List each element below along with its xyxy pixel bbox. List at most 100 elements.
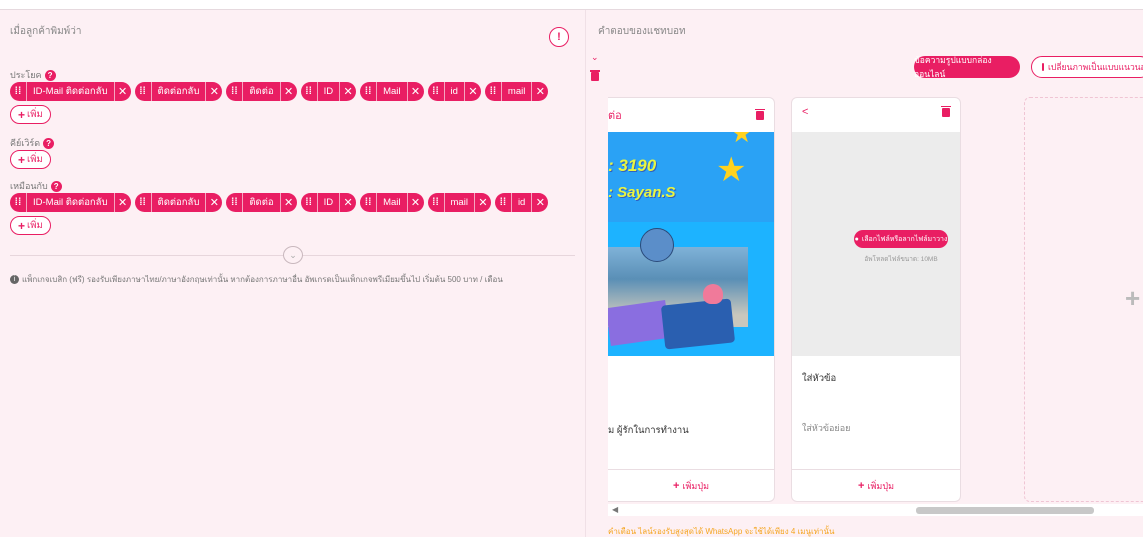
remove-icon[interactable]: ✕ — [475, 193, 491, 212]
card-body-text[interactable]: ม ผู้รักในการทำงาน — [608, 423, 689, 438]
info-icon[interactable]: ! — [549, 27, 569, 47]
remove-icon[interactable]: ✕ — [281, 193, 297, 212]
tag-chip[interactable]: ⁞⁞ ID-Mail ติดต่อกลับ ✕ — [10, 193, 131, 212]
image-text-name: : Sayan.S — [608, 184, 676, 201]
tag-chip[interactable]: ⁞⁞ ID ✕ — [300, 193, 357, 212]
add-tag-label: เพิ่ม — [27, 220, 43, 231]
scrollbar-thumb[interactable] — [916, 507, 1094, 514]
add-tag-button[interactable]: + เพิ่ม — [10, 105, 51, 124]
remove-icon[interactable]: ✕ — [115, 193, 131, 212]
keyword-label-text: คีย์เวิร์ด — [10, 138, 41, 148]
tag-chip[interactable]: ⁞⁞ Mail ✕ — [360, 193, 424, 212]
remove-icon[interactable]: ✕ — [281, 82, 297, 101]
box-message-button[interactable]: ข้อความรูปแบบกล่องออนไลน์ — [914, 55, 1020, 79]
remove-icon[interactable]: ✕ — [408, 193, 424, 212]
plus-icon: + — [18, 218, 26, 233]
add-tag-label: เพิ่ม — [27, 109, 43, 120]
tag-chip[interactable]: ⁞⁞ id ✕ — [427, 82, 481, 101]
exact-label: เหมือนกับ ? — [10, 179, 62, 193]
help-icon[interactable]: ? — [44, 69, 56, 81]
card-header: < — [802, 105, 951, 118]
remove-icon[interactable]: ✕ — [532, 193, 548, 212]
tag-chip-label: id — [510, 193, 533, 212]
drag-handle-icon[interactable]: ⁞⁞ — [301, 82, 317, 101]
keyword-chips: + เพิ่ม — [10, 150, 550, 169]
tag-chip[interactable]: ⁞⁞ ติดต่อ ✕ — [226, 193, 297, 212]
card-subtitle-input[interactable]: ใส่หัวข้อย่อย — [802, 421, 850, 435]
card-title-input[interactable]: ใส่หัวข้อ — [802, 371, 836, 386]
plus-icon[interactable]: + — [1125, 283, 1140, 314]
drag-handle-icon[interactable]: ⁞⁞ — [135, 82, 151, 101]
drag-handle-icon[interactable]: ⁞⁞ — [135, 193, 151, 212]
tag-chip-label: ID-Mail ติดต่อกลับ — [26, 82, 115, 101]
tag-chip[interactable]: ⁞⁞ mail ✕ — [427, 193, 491, 212]
tag-chip[interactable]: ⁞⁞ Mail ✕ — [360, 82, 424, 101]
tag-chip-label: mail — [443, 193, 475, 212]
drag-handle-icon[interactable]: ⁞⁞ — [428, 193, 444, 212]
tag-chip[interactable]: ⁞⁞ ID ✕ — [300, 82, 357, 101]
remove-icon[interactable]: ✕ — [340, 193, 356, 212]
tag-chip[interactable]: ⁞⁞ id ✕ — [494, 193, 549, 212]
package-note: i แพ็กเกจเบสิก (ฟรี) รองรับเพียงภาษาไทย/… — [10, 273, 503, 286]
trash-icon[interactable] — [755, 108, 765, 120]
drag-handle-icon[interactable]: ⁞⁞ — [360, 82, 376, 101]
remove-icon[interactable]: ✕ — [408, 82, 424, 101]
keyword-label: คีย์เวิร์ด ? — [10, 136, 55, 150]
add-button[interactable]: + เพิ่มปุ่ม — [792, 469, 960, 501]
add-button[interactable]: + เพิ่มปุ่ม — [608, 469, 774, 501]
remove-icon[interactable]: ✕ — [465, 82, 481, 101]
chevron-down-icon[interactable]: ⌄ — [591, 52, 599, 63]
star-icon: ★ — [716, 151, 747, 189]
drag-handle-icon[interactable]: ⁞⁞ — [428, 82, 444, 101]
drag-handle-icon[interactable]: ⁞⁞ — [10, 193, 26, 212]
tag-chip-label: Mail — [376, 82, 408, 101]
trash-icon[interactable] — [941, 105, 951, 117]
drag-handle-icon[interactable]: ⁞⁞ — [485, 82, 501, 101]
remove-icon[interactable]: ✕ — [206, 82, 222, 101]
help-icon[interactable]: ? — [50, 180, 62, 192]
drag-handle-icon[interactable]: ⁞⁞ — [10, 82, 26, 101]
tag-chip[interactable]: ⁞⁞ ติดต่อ ✕ — [226, 82, 297, 101]
remove-icon[interactable]: ✕ — [532, 82, 548, 101]
back-icon[interactable]: < — [802, 106, 808, 118]
drag-handle-icon[interactable]: ⁞⁞ — [226, 82, 242, 101]
tag-chip-label: mail — [500, 82, 533, 101]
help-icon[interactable]: ? — [43, 137, 55, 149]
remove-icon[interactable]: ✕ — [115, 82, 131, 101]
tag-chip-label: Mail — [376, 193, 408, 212]
trash-icon[interactable] — [590, 70, 600, 81]
landscape-toggle-button[interactable]: เปลี่ยนภาพเป็นแบบแนวนอน — [1031, 56, 1143, 78]
tag-chip[interactable]: ⁞⁞ ติดต่อกลับ ✕ — [134, 82, 223, 101]
tag-chip-label: ID — [316, 82, 341, 101]
exact-label-text: เหมือนกับ — [10, 181, 48, 191]
tag-chip-label: id — [443, 82, 465, 101]
chevron-down-icon[interactable]: ⌄ — [283, 246, 303, 264]
tag-chip[interactable]: ⁞⁞ ติดต่อกลับ ✕ — [134, 193, 223, 212]
card-header: ต่อ — [608, 106, 765, 124]
upload-button[interactable]: ● เลือกไฟล์หรือลากไฟล์มาวาง — [854, 230, 948, 248]
drag-handle-icon[interactable]: ⁞⁞ — [360, 193, 376, 212]
add-tag-button[interactable]: + เพิ่ม — [10, 150, 51, 169]
add-card-placeholder[interactable]: + — [1024, 97, 1143, 502]
sentence-label-text: ประโยค — [10, 70, 42, 80]
camera-icon: ● — [854, 235, 859, 243]
add-button-label: เพิ่มปุ่ม — [682, 480, 710, 491]
tag-chip[interactable]: ⁞⁞ mail ✕ — [484, 82, 549, 101]
drag-handle-icon[interactable]: ⁞⁞ — [301, 193, 317, 212]
tag-chip-label: ติดต่อกลับ — [150, 193, 207, 212]
tag-chip[interactable]: ⁞⁞ ID-Mail ติดต่อกลับ ✕ — [10, 82, 131, 101]
drag-handle-icon[interactable]: ⁞⁞ — [495, 193, 511, 212]
scroll-left-icon[interactable]: ◀ — [612, 505, 618, 514]
drag-handle-icon[interactable]: ⁞⁞ — [226, 193, 242, 212]
image-text-id: : 3190 — [608, 156, 657, 175]
card-head-text[interactable]: ต่อ — [608, 106, 622, 124]
tag-chip-label: ติดต่อ — [242, 193, 281, 212]
upload-button-label: เลือกไฟล์หรือลากไฟล์มาวาง — [861, 235, 948, 243]
add-tag-button[interactable]: + เพิ่ม — [10, 216, 51, 235]
remove-icon[interactable]: ✕ — [340, 82, 356, 101]
money-bag-icon — [703, 284, 723, 304]
response-title: คำตอบของแชทบอท — [598, 26, 686, 37]
remove-icon[interactable]: ✕ — [206, 193, 222, 212]
tag-chip-label: ID-Mail ติดต่อกลับ — [26, 193, 115, 212]
image-upload-area[interactable]: ● เลือกไฟล์หรือลากไฟล์มาวาง อัพโหลดไฟล์ข… — [792, 132, 960, 356]
